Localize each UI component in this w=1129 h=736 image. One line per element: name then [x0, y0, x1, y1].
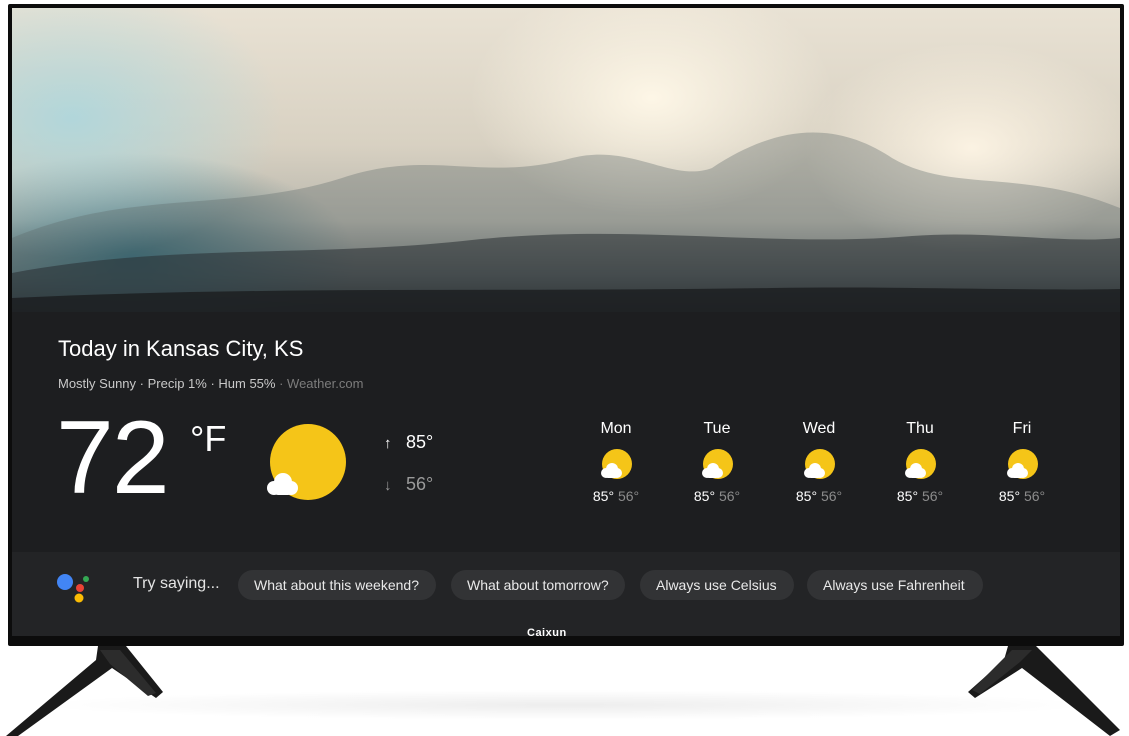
- try-saying-label: Try saying...: [133, 575, 220, 592]
- forecast-day-name: Tue: [703, 420, 731, 437]
- google-assistant-icon[interactable]: [55, 570, 91, 604]
- forecast-high: 85°: [998, 488, 1021, 504]
- forecast-day: Fri 85° 56°: [987, 420, 1057, 504]
- forecast-low: 56°: [718, 488, 741, 504]
- arrow-down-icon: ↓: [384, 477, 392, 494]
- partly-sunny-icon: [601, 449, 632, 479]
- forecast-day: Tue 85° 56°: [682, 420, 752, 504]
- forecast-temps: 85° 56°: [784, 488, 854, 504]
- floor-shadow: [30, 690, 1100, 720]
- partly-sunny-icon: [905, 449, 936, 479]
- weather-conditions-summary: Mostly Sunny · Precip 1% · Hum 55% · Wea…: [58, 376, 363, 391]
- forecast-temps: 85° 56°: [987, 488, 1057, 504]
- partly-sunny-icon: [702, 449, 733, 479]
- forecast-day-name: Thu: [906, 420, 934, 437]
- temperature-unit: °F: [190, 418, 227, 459]
- high-temperature: ↑ 85°: [384, 432, 433, 453]
- current-temperature: 72: [56, 400, 170, 516]
- forecast-high: 85°: [592, 488, 615, 504]
- suggestion-chip-fahrenheit[interactable]: Always use Fahrenheit: [807, 570, 983, 600]
- weather-source: Weather.com: [287, 376, 364, 391]
- sun-with-cloud-icon: [267, 424, 346, 500]
- partly-sunny-icon: [1007, 449, 1038, 479]
- weather-source-separator: ·: [279, 376, 288, 391]
- suggestion-chip-weekend[interactable]: What about this weekend?: [238, 570, 436, 600]
- forecast-temps: 85° 56°: [581, 488, 651, 504]
- forecast-day: Mon 85° 56°: [581, 420, 651, 504]
- forecast-low: 56°: [617, 488, 640, 504]
- arrow-up-icon: ↑: [384, 435, 392, 452]
- weather-location-title: Today in Kansas City, KS: [58, 336, 304, 361]
- forecast-high: 85°: [896, 488, 919, 504]
- forecast-low: 56°: [1023, 488, 1046, 504]
- low-temperature: ↓ 56°: [384, 474, 433, 495]
- forecast-low: 56°: [921, 488, 944, 504]
- forecast-temps: 85° 56°: [682, 488, 752, 504]
- forecast-day: Thu 85° 56°: [885, 420, 955, 504]
- tv-screen: [12, 8, 1120, 636]
- suggestion-chip-tomorrow[interactable]: What about tomorrow?: [451, 570, 625, 600]
- tv-brand-logo: Caixun: [527, 627, 567, 639]
- forecast-day-name: Fri: [1012, 420, 1032, 437]
- forecast-day: Wed 85° 56°: [784, 420, 854, 504]
- suggestion-chip-celsius[interactable]: Always use Celsius: [640, 570, 794, 600]
- forecast-day-name: Wed: [802, 420, 836, 437]
- high-temperature-value: 85°: [406, 432, 434, 452]
- forecast-high: 85°: [693, 488, 716, 504]
- partly-sunny-icon: [804, 449, 835, 479]
- forecast-low: 56°: [820, 488, 843, 504]
- forecast-temps: 85° 56°: [885, 488, 955, 504]
- mountain-ridge-art: [12, 132, 1120, 312]
- forecast-high: 85°: [795, 488, 818, 504]
- conditions-text: Mostly Sunny · Precip 1% · Hum 55%: [58, 376, 276, 391]
- low-temperature-value: 56°: [406, 474, 434, 494]
- forecast-day-name: Mon: [600, 420, 632, 437]
